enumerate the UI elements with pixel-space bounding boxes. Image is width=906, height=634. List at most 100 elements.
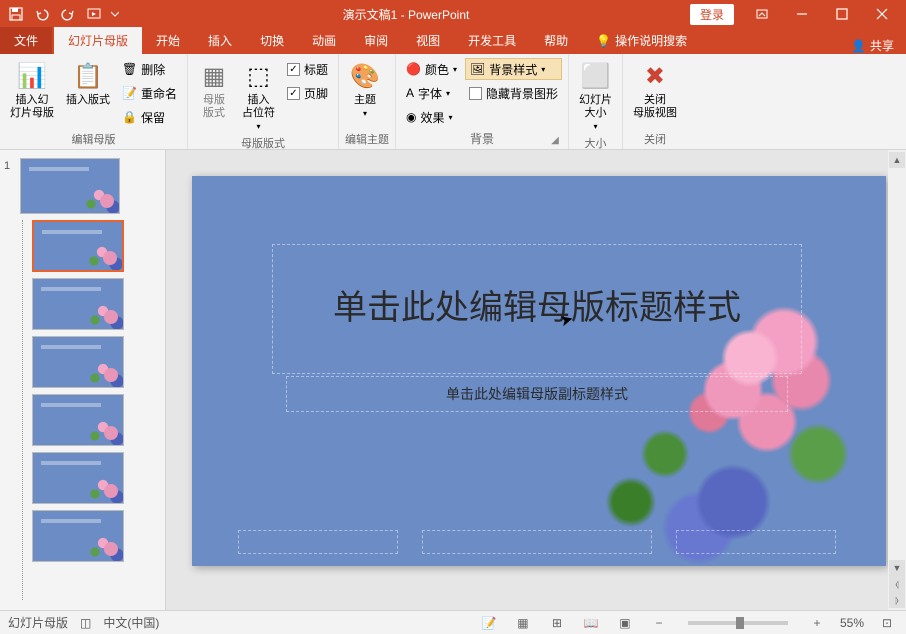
group-label-edit-theme: 编辑主题 [345, 129, 389, 147]
status-language[interactable]: 中文(中国) [103, 614, 159, 631]
share-icon: 👤 [851, 39, 866, 53]
notes-button[interactable]: 📝 [478, 614, 500, 632]
subtitle-placeholder[interactable]: 单击此处编辑母版副标题样式 [286, 376, 788, 412]
scroll-down-button[interactable]: ▼ [889, 560, 905, 576]
master-layout-icon: ▦ [198, 60, 230, 92]
slide-number-placeholder[interactable] [676, 530, 836, 554]
title-checkbox[interactable]: ✓标题 [283, 58, 332, 80]
tab-file[interactable]: 文件 [0, 27, 52, 54]
maximize-button[interactable] [822, 0, 862, 28]
accessibility-icon[interactable]: ◫ [80, 616, 91, 630]
group-label-size: 大小 [575, 133, 616, 151]
chevron-down-icon: ▾ [363, 109, 367, 118]
checkbox-checked-icon: ✓ [287, 87, 300, 100]
ribbon-options-button[interactable] [742, 0, 782, 28]
fonts-icon: A [406, 86, 414, 100]
tab-slide-master[interactable]: 幻灯片母版 [54, 27, 142, 54]
chevron-down-icon: ▾ [541, 65, 545, 74]
insert-layout-button[interactable]: 📋插入版式 [62, 58, 114, 109]
normal-view-button[interactable]: ▦ [512, 614, 534, 632]
delete-button[interactable]: 🗑删除 [118, 58, 181, 80]
checkbox-unchecked-icon [469, 87, 482, 100]
background-styles-button[interactable]: 🖼背景样式▾ [465, 58, 562, 80]
fonts-button[interactable]: A字体▾ [402, 82, 461, 104]
tab-help[interactable]: 帮助 [530, 27, 582, 54]
sorter-view-button[interactable]: ⊞ [546, 614, 568, 632]
layout-thumbnail-5[interactable] [32, 452, 124, 504]
next-slide-button[interactable]: ⦊ [889, 592, 905, 608]
tab-transition[interactable]: 切换 [246, 27, 298, 54]
themes-button[interactable]: 🎨主题▾ [345, 58, 385, 120]
tab-home[interactable]: 开始 [142, 27, 194, 54]
chevron-down-icon: ▾ [256, 122, 260, 131]
insert-slide-master-button[interactable]: 📊插入幻 灯片母版 [6, 58, 58, 122]
layout-thumbnail-2[interactable] [32, 278, 124, 330]
ribbon-group-background: 🔴颜色▾ A字体▾ ◉效果▾ 🖼背景样式▾ 隐藏背景图形 背景◢ [396, 54, 569, 149]
master-layout-button[interactable]: ▦母版 版式 [194, 58, 234, 122]
ribbon-group-edit-master: 📊插入幻 灯片母版 📋插入版式 🗑删除 📝重命名 🔒保留 编辑母版 [0, 54, 188, 149]
scroll-up-button[interactable]: ▲ [889, 152, 905, 168]
fit-window-button[interactable]: ⊡ [876, 614, 898, 632]
ribbon-group-master-layout: ▦母版 版式 ⬚插入 占位符▾ ✓标题 ✓页脚 母版版式 [188, 54, 339, 149]
ribbon-group-close: ✖关闭 母版视图 关闭 [623, 54, 687, 149]
slide-size-button[interactable]: ⬜幻灯片 大小▾ [575, 58, 616, 133]
workspace: 1 单击此处编辑母版标题样式 单击此处编辑母版副标题样式 ➤ ▲ ▼ ⦉ ⦊ [0, 150, 906, 610]
close-master-view-button[interactable]: ✖关闭 母版视图 [629, 58, 681, 122]
thumbnail-panel[interactable]: 1 [0, 150, 166, 610]
layout-thumbnail-4[interactable] [32, 394, 124, 446]
effects-button[interactable]: ◉效果▾ [402, 106, 461, 128]
slideshow-view-button[interactable]: ▣ [614, 614, 636, 632]
ribbon: 📊插入幻 灯片母版 📋插入版式 🗑删除 📝重命名 🔒保留 编辑母版 ▦母版 版式… [0, 54, 906, 150]
zoom-in-button[interactable]: + [806, 614, 828, 632]
canvas-area[interactable]: 单击此处编辑母版标题样式 单击此处编辑母版副标题样式 ➤ ▲ ▼ ⦉ ⦊ [166, 150, 906, 610]
zoom-out-button[interactable]: − [648, 614, 670, 632]
tell-me[interactable]: 💡操作说明搜索 [582, 27, 701, 54]
tab-view[interactable]: 视图 [402, 27, 454, 54]
save-button[interactable] [4, 3, 28, 25]
redo-button[interactable] [56, 3, 80, 25]
footer-checkbox[interactable]: ✓页脚 [283, 82, 332, 104]
undo-button[interactable] [30, 3, 54, 25]
zoom-level[interactable]: 55% [840, 616, 864, 630]
layout-thumbnail-6[interactable] [32, 510, 124, 562]
slide-master-canvas[interactable]: 单击此处编辑母版标题样式 单击此处编辑母版副标题样式 ➤ [192, 176, 886, 566]
title-placeholder[interactable]: 单击此处编辑母版标题样式 [272, 244, 802, 374]
tab-animation[interactable]: 动画 [298, 27, 350, 54]
master-thumbnail[interactable] [20, 158, 120, 214]
start-slideshow-button[interactable] [82, 3, 106, 25]
tab-insert[interactable]: 插入 [194, 27, 246, 54]
preserve-button[interactable]: 🔒保留 [118, 106, 181, 128]
tab-developer[interactable]: 开发工具 [454, 27, 530, 54]
rename-button[interactable]: 📝重命名 [118, 82, 181, 104]
chevron-down-icon: ▾ [448, 113, 452, 122]
themes-icon: 🎨 [349, 60, 381, 92]
colors-button[interactable]: 🔴颜色▾ [402, 58, 461, 80]
status-mode: 幻灯片母版 [8, 614, 68, 631]
close-button[interactable] [862, 0, 902, 28]
zoom-slider-thumb[interactable] [736, 617, 744, 629]
qat-customize-button[interactable] [108, 3, 122, 25]
group-label-master-layout: 母版版式 [194, 133, 332, 151]
footer-placeholder[interactable] [422, 530, 652, 554]
slide-master-icon: 📊 [16, 60, 48, 92]
login-button[interactable]: 登录 [690, 4, 734, 25]
ribbon-group-size: ⬜幻灯片 大小▾ 大小 [569, 54, 623, 149]
insert-placeholder-button[interactable]: ⬚插入 占位符▾ [238, 58, 279, 133]
layout-thumbnail-1[interactable] [32, 220, 124, 272]
minimize-button[interactable] [782, 0, 822, 28]
vertical-scrollbar[interactable]: ▲ ▼ ⦉ ⦊ [888, 150, 906, 610]
dialog-launcher-button[interactable]: ◢ [548, 133, 562, 147]
group-label-edit-master: 编辑母版 [6, 129, 181, 147]
layout-thumbnail-3[interactable] [32, 336, 124, 388]
ribbon-group-edit-theme: 🎨主题▾ 编辑主题 [339, 54, 396, 149]
slide-size-icon: ⬜ [579, 60, 611, 92]
date-placeholder[interactable] [238, 530, 398, 554]
share-button[interactable]: 👤共享 [851, 37, 894, 54]
reading-view-button[interactable]: 📖 [580, 614, 602, 632]
checkbox-checked-icon: ✓ [287, 63, 300, 76]
tab-review[interactable]: 审阅 [350, 27, 402, 54]
zoom-slider[interactable] [688, 621, 788, 625]
hide-bg-checkbox[interactable]: 隐藏背景图形 [465, 82, 562, 104]
quick-access-toolbar [4, 3, 122, 25]
prev-slide-button[interactable]: ⦉ [889, 576, 905, 592]
